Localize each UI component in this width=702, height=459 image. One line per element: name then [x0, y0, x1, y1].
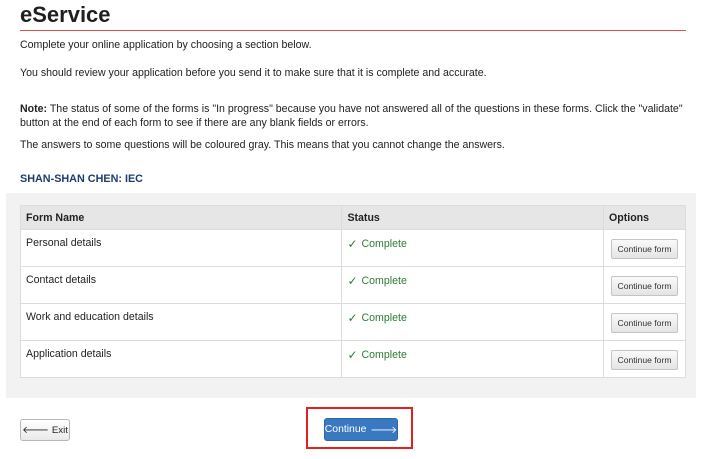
arrow-right-icon: 🡒 [370, 424, 398, 436]
status-badge: ✓ Complete [347, 237, 406, 251]
table-row: Personal details ✓ Complete Continue form [19, 229, 686, 267]
status-badge: ✓ Complete [347, 348, 406, 362]
applicant-heading: SHAN-SHAN CHEN: IEC [20, 173, 143, 185]
forms-table: Form Name Status Options Personal detail… [19, 205, 686, 378]
status-cell: ✓ Complete [341, 303, 605, 341]
arrow-left-icon: 🡐 [22, 425, 49, 436]
status-cell: ✓ Complete [341, 266, 605, 304]
note-paragraph: Note: The status of some of the forms is… [20, 102, 686, 130]
checkmark-icon: ✓ [347, 237, 358, 251]
exit-label: Exit [51, 424, 68, 436]
options-cell: Continue form [603, 266, 686, 304]
continue-label: Continue [324, 424, 367, 435]
status-cell: ✓ Complete [341, 229, 605, 267]
continue-button[interactable]: Continue 🡒 [324, 418, 398, 441]
note-label: Note: [20, 103, 48, 115]
options-cell: Continue form [603, 303, 686, 341]
gray-answers-text: The answers to some questions will be co… [20, 139, 505, 151]
table-row: Work and education details ✓ Complete Con… [19, 303, 686, 341]
intro-text: Complete your online application by choo… [20, 39, 312, 51]
table-header-row: Form Name Status Options [19, 205, 686, 230]
continue-form-button-personal[interactable]: Continue form [611, 239, 678, 259]
status-label: Complete [361, 349, 407, 361]
header-options: Options [603, 205, 686, 230]
options-cell: Continue form [603, 229, 686, 267]
continue-form-button-work-education[interactable]: Continue form [611, 313, 678, 333]
header-status: Status [341, 205, 605, 230]
form-name-cell: Application details [19, 340, 343, 378]
form-name-cell: Work and education details [19, 303, 343, 341]
table-row: Contact details ✓ Complete Continue form [19, 266, 686, 304]
status-label: Complete [361, 275, 407, 287]
status-label: Complete [361, 312, 407, 324]
header-form-name: Form Name [19, 205, 343, 230]
note-text: The status of some of the forms is "In p… [20, 103, 683, 129]
continue-form-button-contact[interactable]: Continue form [611, 276, 678, 296]
title-divider [20, 30, 686, 31]
checkmark-icon: ✓ [347, 311, 358, 325]
continue-form-button-application[interactable]: Continue form [611, 350, 678, 370]
page-title: eService [20, 2, 111, 27]
table-row: Application details ✓ Complete Continue f… [19, 340, 686, 378]
status-label: Complete [361, 238, 407, 250]
checkmark-icon: ✓ [347, 348, 358, 362]
options-cell: Continue form [603, 340, 686, 378]
exit-button[interactable]: 🡐 Exit [20, 419, 70, 441]
status-badge: ✓ Complete [347, 311, 406, 325]
checkmark-icon: ✓ [347, 274, 358, 288]
review-text: You should review your application befor… [20, 67, 487, 79]
form-name-cell: Personal details [19, 229, 343, 267]
status-badge: ✓ Complete [347, 274, 406, 288]
form-name-cell: Contact details [19, 266, 343, 304]
status-cell: ✓ Complete [341, 340, 605, 378]
